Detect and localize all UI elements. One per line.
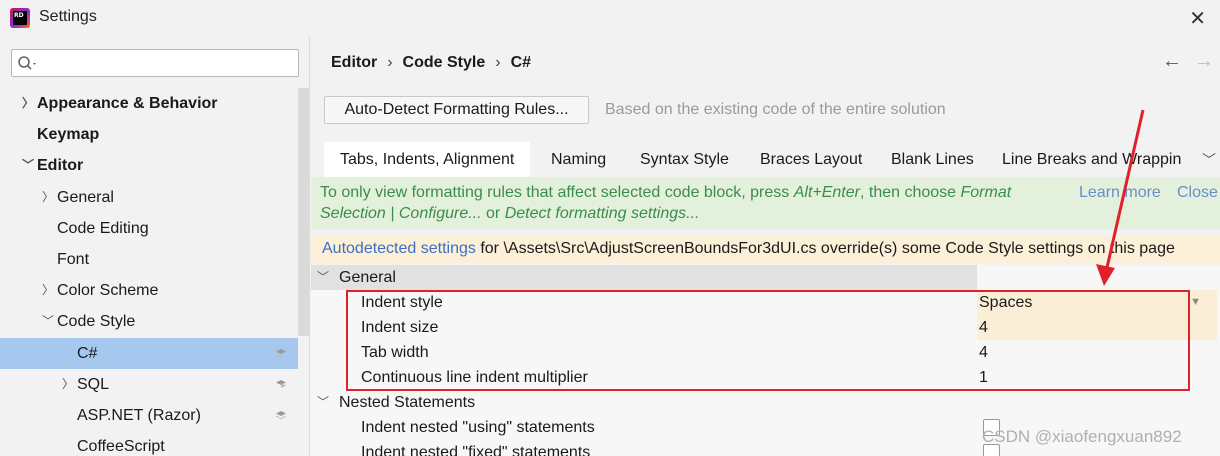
setting-label: Indent style (361, 294, 443, 311)
auto-detect-button[interactable]: Auto-Detect Formatting Rules... (324, 96, 589, 124)
settings-content: Editor › Code Style › C# ← → Auto-Detect Form… (311, 36, 1220, 456)
auto-detect-hint: Based on the existing code of the entire… (605, 101, 946, 118)
sidebar-item-label: Appearance & Behavior (37, 95, 218, 112)
indent-style-dropdown[interactable]: Spaces ▼ (977, 290, 1217, 315)
sidebar-item-label: Font (57, 251, 90, 268)
warning-text: for \Assets\Src\AdjustScreenBoundsFor3dU… (475, 240, 1175, 257)
section-general[interactable]: ﹀ General (311, 265, 1220, 290)
back-arrow-icon[interactable]: ← (1162, 50, 1182, 72)
breadcrumb-csharp: C# (510, 54, 532, 71)
setting-label: Tab width (361, 344, 429, 361)
title-bar: RD Settings ✕ (0, 0, 1220, 36)
layers-half-icon (276, 379, 286, 388)
tab-blank-lines[interactable]: Blank Lines (875, 142, 990, 177)
chevron-right-icon[interactable]: 〉 (62, 369, 74, 400)
section-label: Nested Statements (339, 394, 476, 411)
chevron-down-icon[interactable]: ﹀ (42, 306, 54, 337)
breadcrumb-editor[interactable]: Editor (331, 54, 377, 71)
breadcrumb: Editor › Code Style › C# (331, 54, 531, 72)
sidebar-item-csharp[interactable]: C# (0, 337, 298, 369)
sidebar-item-keymap[interactable]: Keymap (0, 119, 310, 150)
chevron-down-icon[interactable]: ﹀ (22, 150, 34, 181)
sidebar-item-label: SQL (77, 375, 110, 393)
setting-row-indent-style: Indent style Spaces ▼ (311, 290, 1220, 315)
sidebar-item-label: Code Editing (57, 219, 149, 237)
layers-icon (276, 411, 286, 419)
sidebar-item-label: ASP.NET (Razor) (77, 407, 201, 424)
autodetected-settings-link[interactable]: Autodetected settings (322, 240, 476, 257)
search-field[interactable] (11, 49, 299, 77)
sidebar-item-label: CoffeeScript (77, 438, 165, 456)
nav-arrows: ← → (1150, 50, 1214, 73)
info-banner-text: To only view formatting rules that affec… (320, 184, 1012, 222)
breadcrumb-separator-icon: › (495, 54, 501, 71)
forward-arrow-icon[interactable]: → (1194, 50, 1214, 72)
sidebar-item-label: Editor (37, 157, 84, 175)
sidebar-item-coffeescript[interactable]: CoffeeScript (0, 431, 310, 456)
setting-row-continuous-indent: Continuous line indent multiplier 1 (311, 365, 1220, 390)
sidebar-item-editor[interactable]: ﹀ Editor (0, 150, 310, 181)
search-input[interactable] (42, 53, 292, 73)
sidebar-item-label: General (57, 188, 114, 206)
tab-syntax-style[interactable]: Syntax Style (624, 142, 745, 177)
chevron-down-icon: ﹀ (317, 395, 330, 409)
section-label: General (339, 269, 396, 286)
sidebar-item-label: Keymap (37, 126, 100, 144)
section-nested-statements[interactable]: ﹀ Nested Statements (311, 390, 1220, 415)
sidebar-item-label: Color Scheme (57, 282, 159, 300)
autodetect-warning-banner: Autodetected settings for \Assets\Src\Ad… (311, 235, 1220, 263)
search-icon (18, 56, 36, 70)
sidebar-scrollbar[interactable] (298, 88, 310, 336)
setting-label: Indent nested "using" statements (361, 419, 595, 436)
breadcrumb-separator-icon: › (387, 54, 393, 71)
sidebar-item-appearance-behavior[interactable]: 〉 Appearance & Behavior (0, 88, 310, 119)
tab-naming[interactable]: Naming (535, 142, 622, 177)
sidebar-item-font[interactable]: Font (0, 244, 310, 275)
sidebar-item-label: Code Style (57, 313, 136, 331)
sidebar-item-code-style[interactable]: ﹀ Code Style (0, 306, 310, 337)
setting-label: Indent size (361, 319, 439, 336)
tab-braces-layout[interactable]: Braces Layout (744, 142, 878, 177)
setting-row-indent-size: Indent size 4 (311, 315, 1220, 340)
tab-bar: Tabs, Indents, Alignment Naming Syntax S… (324, 142, 1220, 177)
close-icon[interactable]: ✕ (1189, 6, 1206, 31)
tab-tabs-indents-alignment[interactable]: Tabs, Indents, Alignment (324, 142, 531, 177)
learn-more-link[interactable]: Learn more (1079, 182, 1161, 203)
setting-row-tab-width: Tab width 4 (311, 340, 1220, 365)
chevron-right-icon[interactable]: 〉 (42, 275, 54, 306)
sidebar-item-label: C# (77, 344, 98, 362)
settings-sidebar: 〉 Appearance & Behavior Keymap ﹀ Editor 〉 Gene… (0, 36, 310, 456)
sidebar-item-color-scheme[interactable]: 〉 Color Scheme (0, 275, 310, 306)
tab-line-breaks[interactable]: Line Breaks and Wrappin (986, 142, 1197, 177)
sidebar-item-asp-net-razor[interactable]: ASP.NET (Razor) (0, 400, 310, 431)
continuous-indent-field[interactable]: 1 (977, 365, 1217, 390)
setting-label: Continuous line indent multiplier (361, 369, 588, 386)
window-title: Settings (39, 8, 97, 25)
layers-icon (276, 348, 286, 357)
watermark: CSDN @xiaofengxuan892 (982, 427, 1182, 446)
close-banner-link[interactable]: Close (1177, 182, 1218, 203)
breadcrumb-code-style[interactable]: Code Style (403, 54, 486, 71)
sidebar-item-general[interactable]: 〉 General (0, 182, 310, 213)
chevron-right-icon[interactable]: 〉 (22, 88, 34, 119)
sidebar-item-code-editing[interactable]: Code Editing (0, 213, 310, 244)
tab-width-field[interactable]: 4 (977, 340, 1217, 365)
dropdown-arrow-icon: ▼ (1190, 296, 1201, 308)
sidebar-item-sql[interactable]: 〉 SQL (0, 369, 310, 400)
info-banner: To only view formatting rules that affec… (311, 177, 1220, 229)
chevron-right-icon[interactable]: 〉 (42, 182, 54, 213)
chevron-down-icon[interactable]: ﹀ (1202, 150, 1216, 170)
rider-app-icon: RD (10, 8, 30, 28)
setting-label: Indent nested "fixed" statements (361, 444, 591, 456)
chevron-down-icon: ﹀ (317, 270, 330, 284)
indent-size-field[interactable]: 4 (977, 315, 1217, 340)
